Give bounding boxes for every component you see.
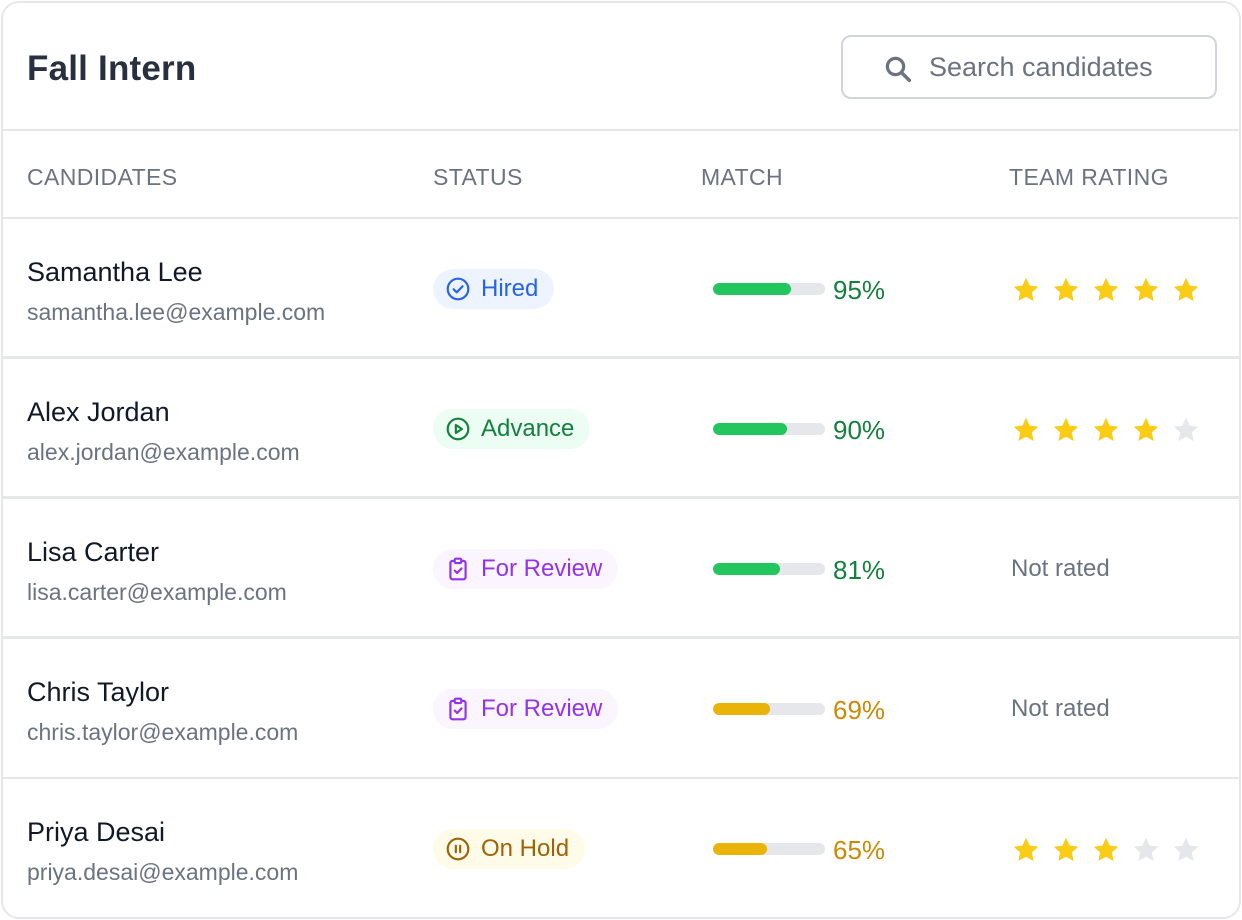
star-empty-icon[interactable] [1131,835,1161,865]
status-label: Advance [481,415,575,442]
candidate-email: priya.desai@example.com [27,859,299,885]
play-circle-icon [446,417,470,441]
search-icon [885,56,911,82]
candidate-name[interactable]: Samantha Lee [27,257,203,287]
star-filled-icon[interactable] [1171,275,1201,305]
star-filled-icon[interactable] [1091,275,1121,305]
search-box[interactable] [841,35,1217,99]
candidate-name[interactable]: Priya Desai [27,817,165,847]
check-circle-icon [446,277,470,301]
status-label: For Review [481,555,603,582]
star-filled-icon[interactable] [1091,415,1121,445]
table-row[interactable]: Chris Taylor chris.taylor@example.com Fo… [3,639,1239,779]
table-row[interactable]: Alex Jordan alex.jordan@example.com Adva… [3,359,1239,499]
search-input[interactable] [929,47,1201,87]
match-percent: 69% [833,695,886,725]
status-label: Hired [481,275,539,302]
match-percent: 81% [833,555,886,585]
candidate-email: samantha.lee@example.com [27,299,326,325]
page-title: Fall Intern [27,49,197,88]
match-percent: 90% [833,415,886,445]
candidate-email: chris.taylor@example.com [27,719,299,745]
table-row[interactable]: Lisa Carter lisa.carter@example.com For … [3,499,1239,639]
match-bar [713,703,825,715]
pause-circle-icon [446,837,470,861]
match-bar-fill [713,843,767,855]
match-bar-fill [713,703,770,715]
table-row[interactable]: Priya Desai priya.desai@example.com On H… [3,779,1239,917]
candidates-card: Fall Intern CANDIDATES STATUS MATCH TEAM… [1,1,1241,919]
match-bar [713,283,825,295]
status-label: On Hold [481,835,570,862]
status-label: For Review [481,695,603,722]
column-header-candidates: CANDIDATES [27,164,178,190]
candidate-email: alex.jordan@example.com [27,439,300,465]
team-rating[interactable] [1011,835,1211,865]
column-header-team-rating: TEAM RATING [1009,164,1169,190]
status-badge[interactable]: On Hold [433,829,586,869]
star-filled-icon[interactable] [1051,275,1081,305]
status-badge[interactable]: For Review [433,549,619,589]
candidate-email: lisa.carter@example.com [27,579,287,605]
match-percent: 95% [833,275,886,305]
star-filled-icon[interactable] [1051,835,1081,865]
team-rating[interactable] [1011,275,1211,305]
rating-empty-label: Not rated [1011,695,1110,722]
match-bar [713,563,825,575]
column-header-match: MATCH [701,164,784,190]
star-empty-icon[interactable] [1171,415,1201,445]
star-filled-icon[interactable] [1091,835,1121,865]
team-rating[interactable] [1011,415,1211,445]
star-filled-icon[interactable] [1131,415,1161,445]
match-bar-fill [713,563,780,575]
card-header: Fall Intern [3,3,1239,131]
star-filled-icon[interactable] [1011,835,1041,865]
candidate-name[interactable]: Chris Taylor [27,677,169,707]
status-badge[interactable]: For Review [433,689,619,729]
rating-empty-label: Not rated [1011,555,1110,582]
column-header-status: STATUS [433,164,523,190]
table-header: CANDIDATES STATUS MATCH TEAM RATING [3,131,1239,219]
status-badge[interactable]: Hired [433,269,555,309]
status-badge[interactable]: Advance [433,409,591,449]
match-bar-fill [713,283,792,295]
clipboard-check-icon [449,697,467,721]
table-row[interactable]: Samantha Lee samantha.lee@example.com Hi… [3,219,1239,359]
candidate-name[interactable]: Lisa Carter [27,537,159,567]
match-bar [713,423,825,435]
match-bar-fill [713,423,788,435]
clipboard-check-icon [449,557,467,581]
star-filled-icon[interactable] [1051,415,1081,445]
star-filled-icon[interactable] [1011,415,1041,445]
candidate-name[interactable]: Alex Jordan [27,397,170,427]
match-percent: 65% [833,835,886,865]
star-filled-icon[interactable] [1011,275,1041,305]
match-bar [713,843,825,855]
star-filled-icon[interactable] [1131,275,1161,305]
star-empty-icon[interactable] [1171,835,1201,865]
